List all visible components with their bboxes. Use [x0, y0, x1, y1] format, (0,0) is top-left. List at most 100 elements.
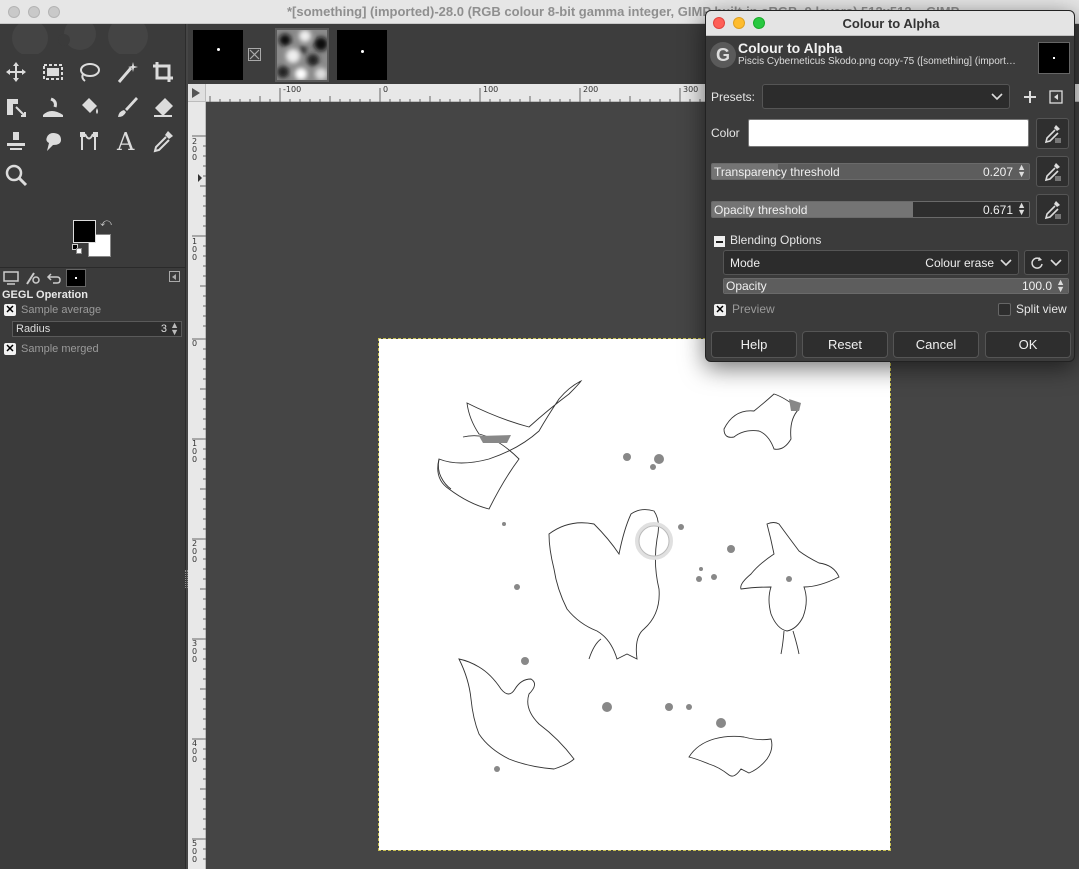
- ruler-h-label: 100: [483, 85, 499, 94]
- radius-label: Radius: [16, 323, 51, 335]
- ruler-h-label: 200: [583, 85, 599, 94]
- presets-label: Presets:: [711, 90, 756, 104]
- lasso-tool-icon[interactable]: [74, 57, 104, 87]
- image-preview-tab-icon[interactable]: [66, 269, 86, 287]
- paintbrush-tool-icon[interactable]: [112, 92, 142, 122]
- preview-label: Preview: [732, 302, 775, 316]
- preset-menu-icon[interactable]: [1045, 86, 1067, 108]
- dock-tabs: [0, 267, 186, 287]
- gegl-icon: G: [710, 42, 736, 68]
- color-picker-tool-icon[interactable]: [148, 126, 178, 156]
- text-tool-icon[interactable]: A: [112, 126, 142, 156]
- wilber-banner: [12, 24, 148, 54]
- split-view-checkbox[interactable]: [998, 303, 1011, 316]
- blend-opacity-label: Opacity: [726, 279, 767, 293]
- foreground-color-swatch[interactable]: [73, 220, 96, 243]
- transparency-threshold-scale[interactable]: Transparency threshold 0.207 ▲ ▼: [711, 163, 1030, 180]
- sample-merged-checkbox[interactable]: ✕: [4, 343, 16, 355]
- eraser-tool-icon[interactable]: [148, 92, 178, 122]
- crop-tool-icon[interactable]: [148, 57, 178, 87]
- help-button[interactable]: Help: [711, 331, 797, 358]
- ruler-v-label: 0: [192, 339, 198, 348]
- blend-opacity-spin-icon[interactable]: ▲ ▼: [1056, 279, 1065, 293]
- drawable-preview-thumbnail: [1038, 42, 1070, 74]
- image-canvas[interactable]: [378, 338, 891, 851]
- dialog-titlebar: Colour to Alpha: [706, 11, 1074, 36]
- transparency-threshold-value: 0.207: [982, 165, 1013, 179]
- close-window-button[interactable]: [8, 6, 20, 18]
- chevron-down-icon: [991, 93, 1003, 101]
- default-colors-icon[interactable]: [72, 244, 82, 254]
- composite-mode-dropdown[interactable]: [1024, 250, 1069, 275]
- opacity-threshold-spin-icon[interactable]: ▲ ▼: [1017, 202, 1026, 217]
- sample-average-checkbox[interactable]: ✕: [4, 304, 16, 316]
- rect-select-tool-icon[interactable]: [38, 57, 68, 87]
- reset-button[interactable]: Reset: [802, 331, 888, 358]
- preview-checkbox[interactable]: ✕: [714, 304, 726, 316]
- ruler-v-label: 400: [192, 739, 198, 764]
- color-swatch-button[interactable]: [748, 119, 1029, 147]
- dialog-header-subtitle: Piscis Cyberneticus Skodo.png copy-75 ([…: [738, 56, 1016, 67]
- fuzzy-select-tool-icon[interactable]: [112, 57, 142, 87]
- chevron-down-icon: [1050, 259, 1062, 267]
- presets-dropdown[interactable]: [762, 84, 1010, 109]
- ruler-v-label: 200: [192, 539, 198, 564]
- blend-opacity-fill: [724, 279, 1068, 293]
- opacity-threshold-label: Opacity threshold: [714, 203, 808, 217]
- opacity-threshold-value: 0.671: [982, 203, 1013, 217]
- color-label: Color: [711, 126, 740, 140]
- image-tab-dot-2[interactable]: [337, 30, 387, 80]
- blend-opacity-scale[interactable]: Opacity 100.0 ▲ ▼: [723, 278, 1069, 294]
- ruler-corner[interactable]: [188, 84, 206, 102]
- transparency-threshold-spin-icon[interactable]: ▲ ▼: [1017, 164, 1026, 179]
- undo-history-tab-icon[interactable]: [44, 269, 64, 287]
- opacity-threshold-picker-icon[interactable]: [1036, 194, 1069, 225]
- color-eyedropper-icon[interactable]: [1036, 118, 1069, 149]
- blending-options-label: Blending Options: [730, 233, 822, 247]
- vertical-ruler[interactable]: 200 100 0 100 200 300 400 500: [188, 102, 206, 869]
- tool-options-tab-icon[interactable]: [1, 269, 21, 287]
- cancel-button[interactable]: Cancel: [893, 331, 979, 358]
- sample-merged-option[interactable]: ✕ Sample merged: [4, 341, 99, 357]
- toolbox: A ⤺ GEGL Operation ✕ Sample average Radi…: [0, 24, 186, 869]
- tool-options-title: GEGL Operation: [2, 289, 88, 301]
- ok-button[interactable]: OK: [985, 331, 1071, 358]
- chevron-down-icon: [1000, 259, 1012, 267]
- swan-outlines-drawing: [437, 379, 840, 777]
- dock-configure-icon[interactable]: [169, 271, 180, 282]
- add-preset-icon[interactable]: [1019, 86, 1041, 108]
- transparency-threshold-picker-icon[interactable]: [1036, 156, 1069, 187]
- split-view-label: Split view: [1016, 302, 1067, 316]
- composite-mode-icon: [1031, 257, 1043, 269]
- radius-spin-icon[interactable]: ▲ ▼: [170, 321, 179, 337]
- clone-tool-icon[interactable]: [1, 126, 31, 156]
- blending-options-collapse-icon[interactable]: [714, 236, 725, 247]
- device-status-tab-icon[interactable]: [22, 269, 42, 287]
- warp-transform-tool-icon[interactable]: [38, 92, 68, 122]
- close-image-tab-icon[interactable]: [248, 48, 261, 61]
- paths-tool-icon[interactable]: [74, 126, 104, 156]
- image-tab-blur[interactable]: [275, 28, 329, 82]
- minimize-window-button[interactable]: [28, 6, 40, 18]
- swap-colors-icon[interactable]: ⤺: [100, 217, 112, 230]
- sample-merged-label: Sample merged: [21, 343, 99, 355]
- colour-to-alpha-dialog: Colour to Alpha G Colour to Alpha Piscis…: [705, 10, 1075, 362]
- bucket-fill-tool-icon[interactable]: [74, 92, 104, 122]
- unified-transform-tool-icon[interactable]: [1, 92, 31, 122]
- mode-label: Mode: [730, 256, 761, 270]
- image-tab-dot[interactable]: [193, 30, 243, 80]
- sample-average-option[interactable]: ✕ Sample average: [4, 302, 101, 318]
- smudge-tool-icon[interactable]: [38, 126, 68, 156]
- ruler-v-label: 200: [192, 137, 198, 162]
- mode-dropdown[interactable]: Mode Colour erase: [723, 250, 1019, 275]
- ruler-v-label: 300: [192, 639, 198, 664]
- ruler-v-label: 100: [192, 237, 198, 262]
- sample-average-label: Sample average: [21, 304, 102, 316]
- zoom-window-button[interactable]: [48, 6, 60, 18]
- radius-field[interactable]: Radius 3 ▲ ▼: [12, 321, 182, 337]
- dialog-title: Colour to Alpha: [842, 16, 940, 31]
- move-tool-icon[interactable]: [1, 57, 31, 87]
- zoom-tool-icon[interactable]: [1, 160, 31, 190]
- ruler-h-label: -100: [283, 85, 302, 94]
- opacity-threshold-scale[interactable]: Opacity threshold 0.671 ▲ ▼: [711, 201, 1030, 218]
